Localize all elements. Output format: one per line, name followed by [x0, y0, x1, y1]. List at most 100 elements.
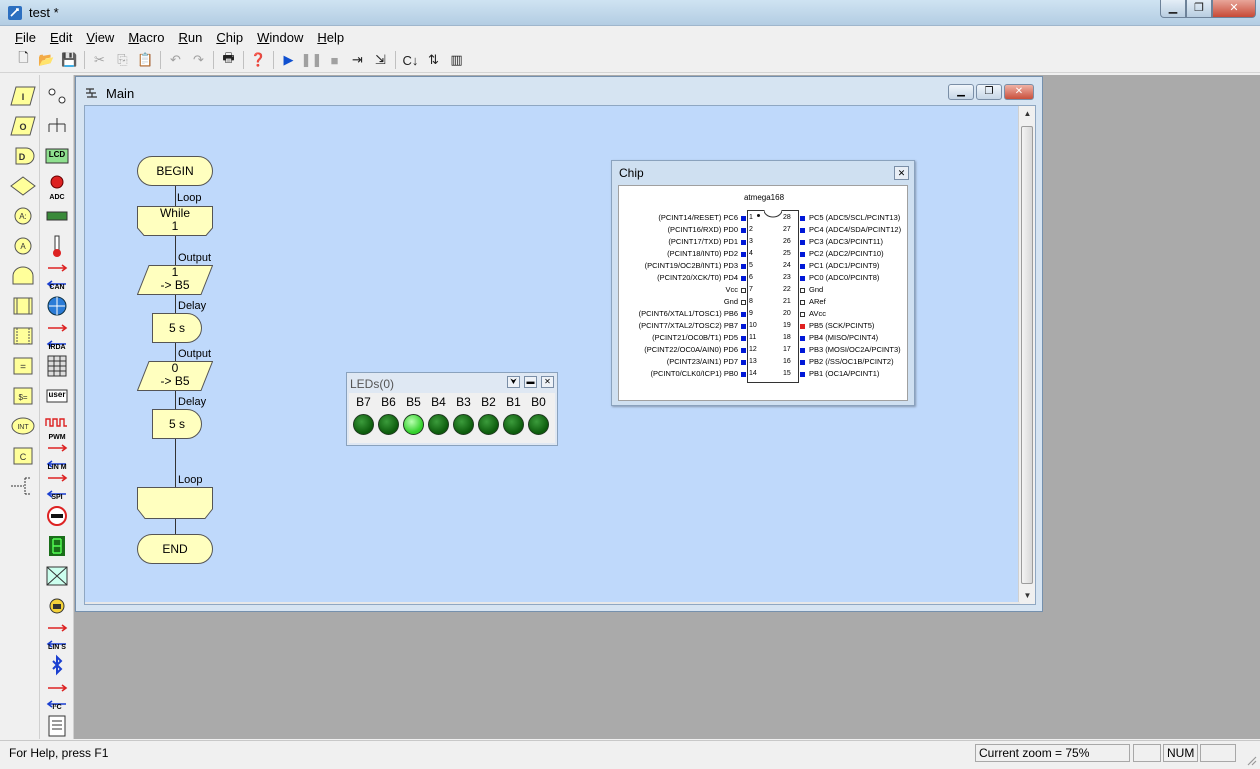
end-block[interactable]: END	[137, 534, 213, 564]
chip-pin-state[interactable]	[741, 276, 746, 281]
user-component-icon[interactable]: user	[43, 383, 71, 409]
chip-pin-state[interactable]	[800, 360, 805, 365]
chip-pin-state[interactable]	[800, 348, 805, 353]
chip-program-icon[interactable]: ▥	[445, 49, 468, 71]
redo-icon[interactable]: ↷	[187, 49, 210, 71]
menu-edit[interactable]: Edit	[43, 30, 79, 45]
comment-icon[interactable]	[9, 473, 37, 499]
stop-component-icon[interactable]	[43, 503, 71, 529]
main-close-button[interactable]: ✕	[1004, 84, 1034, 100]
loop-icon[interactable]	[9, 293, 37, 319]
vertical-scrollbar[interactable]: ▲ ▼	[1018, 106, 1035, 604]
stop-icon[interactable]: ■	[323, 49, 346, 71]
irda-component-icon[interactable]: IRDA	[43, 323, 71, 351]
chip-pin-state[interactable]	[741, 360, 746, 365]
run-icon[interactable]: ▶	[277, 49, 300, 71]
menu-chip[interactable]: Chip	[209, 30, 250, 45]
string-manipulation-icon[interactable]: $=	[9, 383, 37, 409]
chip-pin-state[interactable]	[800, 324, 805, 329]
leds-close-button[interactable]: ✕	[541, 376, 554, 388]
component-macro-icon[interactable]	[9, 323, 37, 349]
chip-pin-state[interactable]	[741, 372, 746, 377]
leds-minimize-button[interactable]: ▬	[524, 376, 537, 388]
chip-pin-state[interactable]	[800, 228, 805, 233]
bluetooth-component-icon[interactable]	[43, 653, 71, 679]
delay-icon[interactable]: D	[9, 143, 37, 169]
i2c-component-icon[interactable]: I²C	[43, 683, 71, 711]
pwm-component-icon[interactable]: PWM	[43, 413, 71, 441]
c-code-icon[interactable]: C	[9, 443, 37, 469]
chip-pin-state[interactable]	[741, 288, 746, 293]
thermometer-component-icon[interactable]	[43, 233, 71, 259]
print-icon[interactable]: 🖶	[217, 49, 240, 71]
minimize-button[interactable]: ▁	[1160, 0, 1186, 18]
chip-close-button[interactable]: ✕	[894, 166, 909, 180]
new-icon[interactable]: 🗋	[12, 49, 35, 71]
menu-file[interactable]: File	[8, 30, 43, 45]
output-icon[interactable]: O	[9, 113, 37, 139]
chip-pin-state[interactable]	[800, 288, 805, 293]
undo-icon[interactable]: ↶	[164, 49, 187, 71]
graphic-lcd-component-icon[interactable]	[43, 563, 71, 589]
open-icon[interactable]: 📂	[35, 49, 58, 71]
connection-point-icon[interactable]: A:	[9, 203, 37, 229]
interrupt-icon[interactable]: INT	[9, 413, 37, 439]
chip-pin-state[interactable]	[741, 336, 746, 341]
copy-icon[interactable]: ⎘	[111, 49, 134, 71]
keypad-grid-component-icon[interactable]	[43, 353, 71, 379]
chip-pin-state[interactable]	[741, 324, 746, 329]
chip-pin-state[interactable]	[741, 264, 746, 269]
chip-pin-state[interactable]	[800, 312, 805, 317]
compile-icon[interactable]: C↓	[399, 49, 422, 71]
delay2-block[interactable]: 5 s	[152, 409, 202, 439]
goto-icon[interactable]: A	[9, 233, 37, 259]
resize-grip-icon[interactable]	[1245, 754, 1257, 766]
close-button[interactable]: ✕	[1212, 0, 1256, 18]
menu-run[interactable]: Run	[171, 30, 209, 45]
scroll-up-icon[interactable]: ▲	[1019, 106, 1036, 122]
main-minimize-button[interactable]: ▁	[948, 84, 974, 100]
cut-icon[interactable]: ✂	[88, 49, 111, 71]
chip-pin-state[interactable]	[741, 228, 746, 233]
save-icon[interactable]: 💾	[58, 49, 81, 71]
lin-slave-component-icon[interactable]: LIN S	[43, 623, 71, 651]
chip-pin-state[interactable]	[800, 372, 805, 377]
security-component-icon[interactable]	[43, 593, 71, 619]
input-icon[interactable]: I	[9, 83, 37, 109]
chip-pin-state[interactable]	[800, 300, 805, 305]
chip-pin-state[interactable]	[741, 240, 746, 245]
chip-pin-state[interactable]	[741, 216, 746, 221]
menu-view[interactable]: View	[79, 30, 121, 45]
paste-icon[interactable]: 📋	[134, 49, 157, 71]
macro-icon[interactable]	[9, 263, 37, 289]
help-icon[interactable]: ❓	[247, 49, 270, 71]
spi-component-icon[interactable]: SPI	[43, 473, 71, 501]
switch-component-icon[interactable]	[43, 113, 71, 139]
scroll-down-icon[interactable]: ▼	[1019, 588, 1036, 604]
adc-component-icon[interactable]: ADC	[43, 173, 71, 201]
step-into-icon[interactable]: ⇲	[369, 49, 392, 71]
main-restore-button[interactable]: ❐	[976, 84, 1002, 100]
chip-pin-state[interactable]	[741, 300, 746, 305]
menu-help[interactable]: Help	[310, 30, 351, 45]
leds-menu-icon[interactable]: ⮟	[507, 376, 520, 388]
scrollbar-thumb[interactable]	[1021, 126, 1033, 584]
compile-chip-icon[interactable]: ⇅	[422, 49, 445, 71]
chip-pin-state[interactable]	[800, 252, 805, 257]
seven-segment-component-icon[interactable]	[43, 533, 71, 559]
chip-pin-state[interactable]	[800, 216, 805, 221]
chip-pin-state[interactable]	[800, 276, 805, 281]
lin-master-component-icon[interactable]: LIN M	[43, 443, 71, 471]
chip-pin-state[interactable]	[741, 252, 746, 257]
loop-end-block[interactable]	[137, 487, 213, 519]
menu-window[interactable]: Window	[250, 30, 310, 45]
calculation-icon[interactable]: =	[9, 353, 37, 379]
led-component-icon[interactable]	[43, 83, 71, 109]
chip-pin-state[interactable]	[800, 336, 805, 341]
chip-pin-state[interactable]	[741, 348, 746, 353]
chip-pin-state[interactable]	[800, 240, 805, 245]
begin-block[interactable]: BEGIN	[137, 156, 213, 186]
chip-pin-state[interactable]	[741, 312, 746, 317]
web-component-icon[interactable]	[43, 293, 71, 319]
maximize-button[interactable]: ❐	[1186, 0, 1212, 18]
